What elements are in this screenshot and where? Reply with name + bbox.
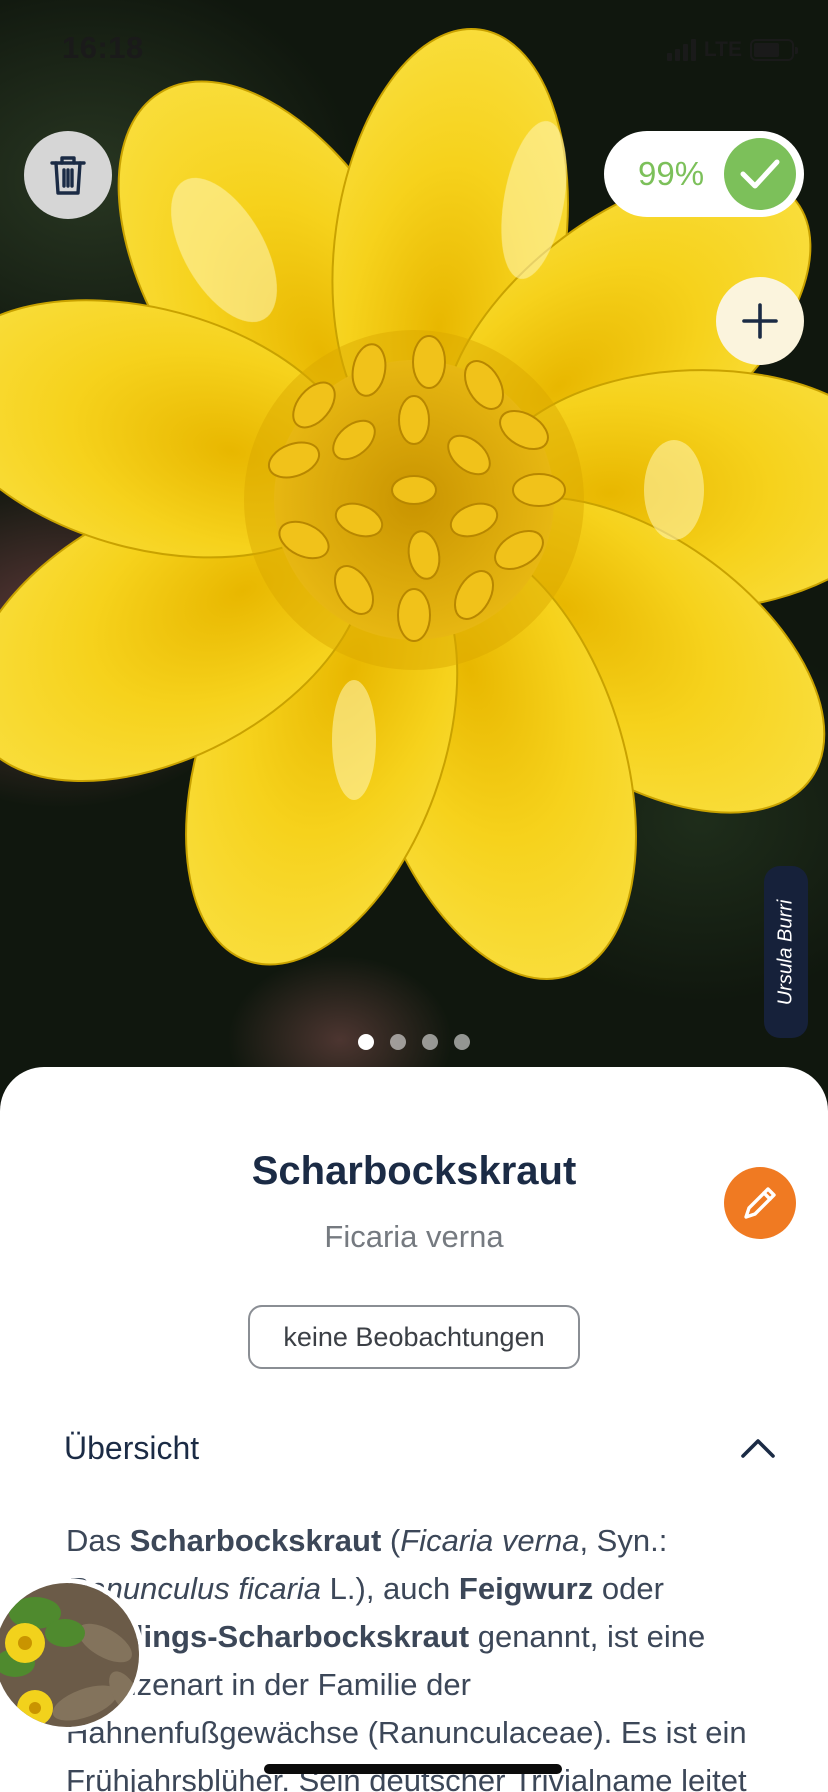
observations-chip[interactable]: keine Beobachtungen: [248, 1305, 580, 1369]
carousel-indicator[interactable]: [358, 1034, 470, 1050]
carousel-dot[interactable]: [390, 1034, 406, 1050]
trash-icon: [50, 156, 86, 195]
home-indicator[interactable]: [264, 1764, 562, 1774]
species-latin-name: Ficaria verna: [324, 1219, 504, 1254]
signal-icon: [666, 39, 696, 61]
edit-button[interactable]: [724, 1167, 796, 1239]
chevron-up-icon[interactable]: [740, 1437, 776, 1459]
pencil-icon: [744, 1187, 776, 1219]
confidence-badge[interactable]: 99%: [604, 131, 804, 217]
carousel-dot[interactable]: [358, 1034, 374, 1050]
carousel-dot[interactable]: [422, 1034, 438, 1050]
carousel-dot[interactable]: [454, 1034, 470, 1050]
check-icon: [724, 138, 796, 210]
overview-section-header[interactable]: Übersicht: [64, 1423, 776, 1473]
status-time: 16:18: [62, 30, 144, 65]
photo-credit: Ursula Burri: [764, 866, 808, 1038]
overview-text: Das Scharbockskraut (Ficaria verna, Syn.…: [66, 1523, 747, 1792]
battery-icon: [750, 39, 798, 61]
overview-heading: Übersicht: [64, 1429, 200, 1466]
network-label: LTE: [703, 38, 742, 61]
confidence-value: 99%: [638, 155, 705, 192]
add-photo-button[interactable]: [716, 277, 804, 365]
species-photo[interactable]: 16:18 LTE 99% Ursula Burri: [0, 0, 828, 1100]
delete-button[interactable]: [24, 131, 112, 219]
status-indicators: LTE: [666, 38, 798, 62]
plus-icon: [742, 303, 778, 339]
species-common-name: Scharbockskraut: [251, 1149, 577, 1193]
photo-credit-label: Ursula Burri: [774, 899, 797, 1005]
